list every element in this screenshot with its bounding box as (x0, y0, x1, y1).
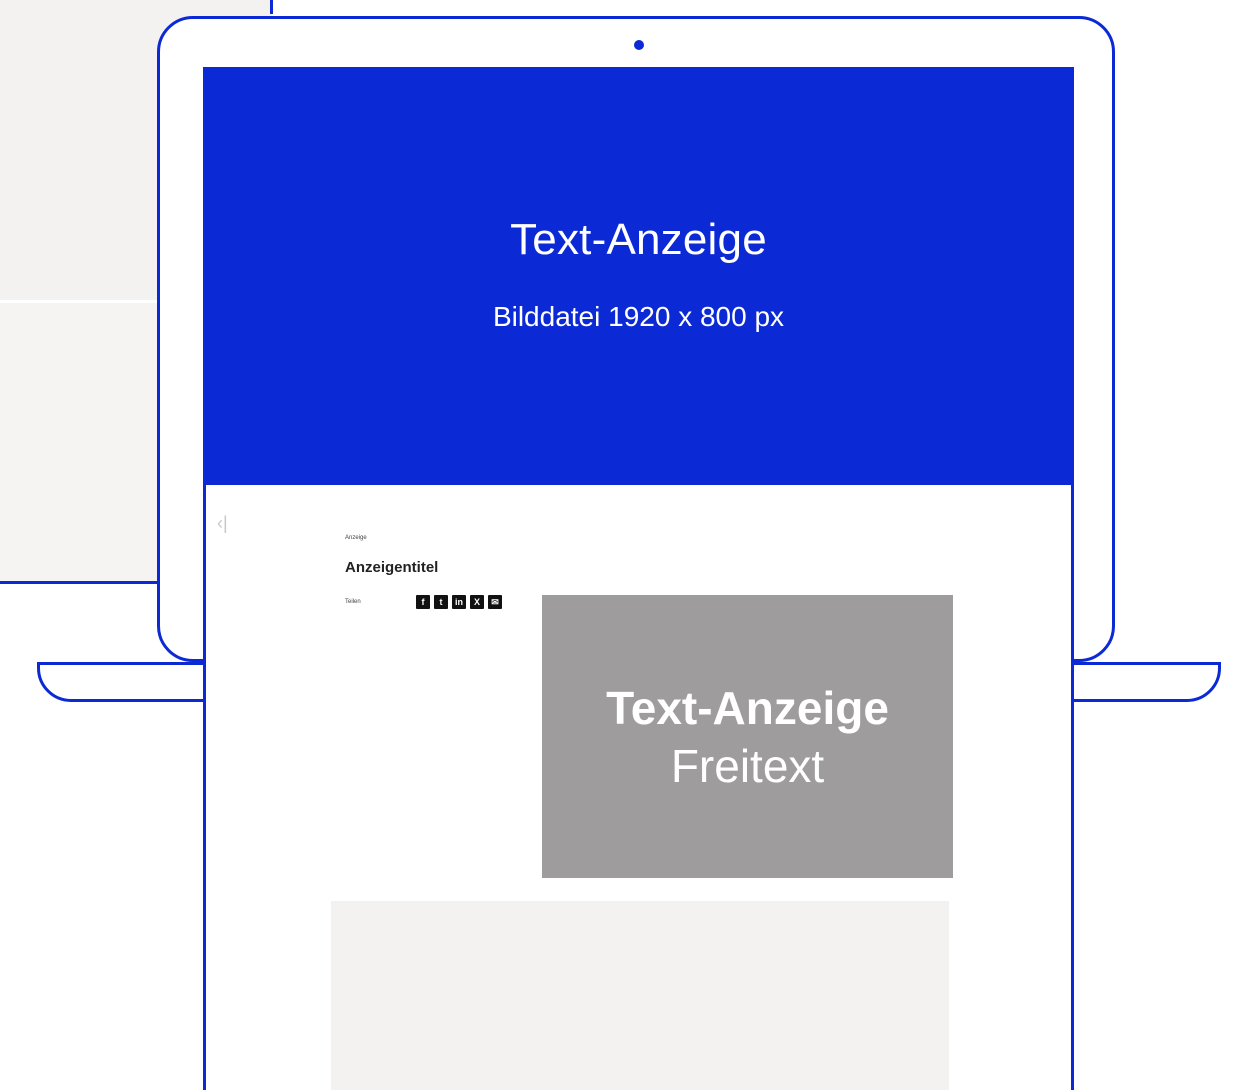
twitter-icon[interactable]: t (434, 595, 448, 609)
ad-title: Anzeigentitel (345, 559, 439, 576)
hero-subtitle: Bilddatei 1920 x 800 px (492, 301, 785, 332)
share-icons: f t in X ✉ (416, 595, 502, 609)
email-icon[interactable]: ✉ (488, 595, 502, 609)
ad-image-title: Text-Anzeige (606, 682, 889, 734)
content-placeholder (331, 901, 949, 1090)
hero-title: Text-Anzeige (510, 215, 767, 264)
ad-eyebrow: Anzeige (345, 535, 367, 541)
laptop-screen: Text-Anzeige Bilddatei 1920 x 800 px ‹| … (203, 67, 1074, 1090)
back-arrow-icon[interactable]: ‹| (217, 513, 228, 534)
ad-image-subtitle: Freitext (670, 740, 825, 792)
facebook-icon[interactable]: f (416, 595, 430, 609)
share-label: Teilen (345, 599, 361, 605)
linkedin-icon[interactable]: in (452, 595, 466, 609)
background-panel-bottom (0, 303, 160, 583)
xing-icon[interactable]: X (470, 595, 484, 609)
ad-page-preview: ‹| Anzeige Anzeigentitel Teilen f t in X… (203, 485, 1074, 1090)
background-line (0, 581, 162, 584)
background-line (270, 0, 273, 14)
ad-image: Text-Anzeige Freitext (542, 595, 953, 878)
hero-banner: Text-Anzeige Bilddatei 1920 x 800 px (203, 67, 1074, 485)
laptop-camera (634, 40, 644, 50)
